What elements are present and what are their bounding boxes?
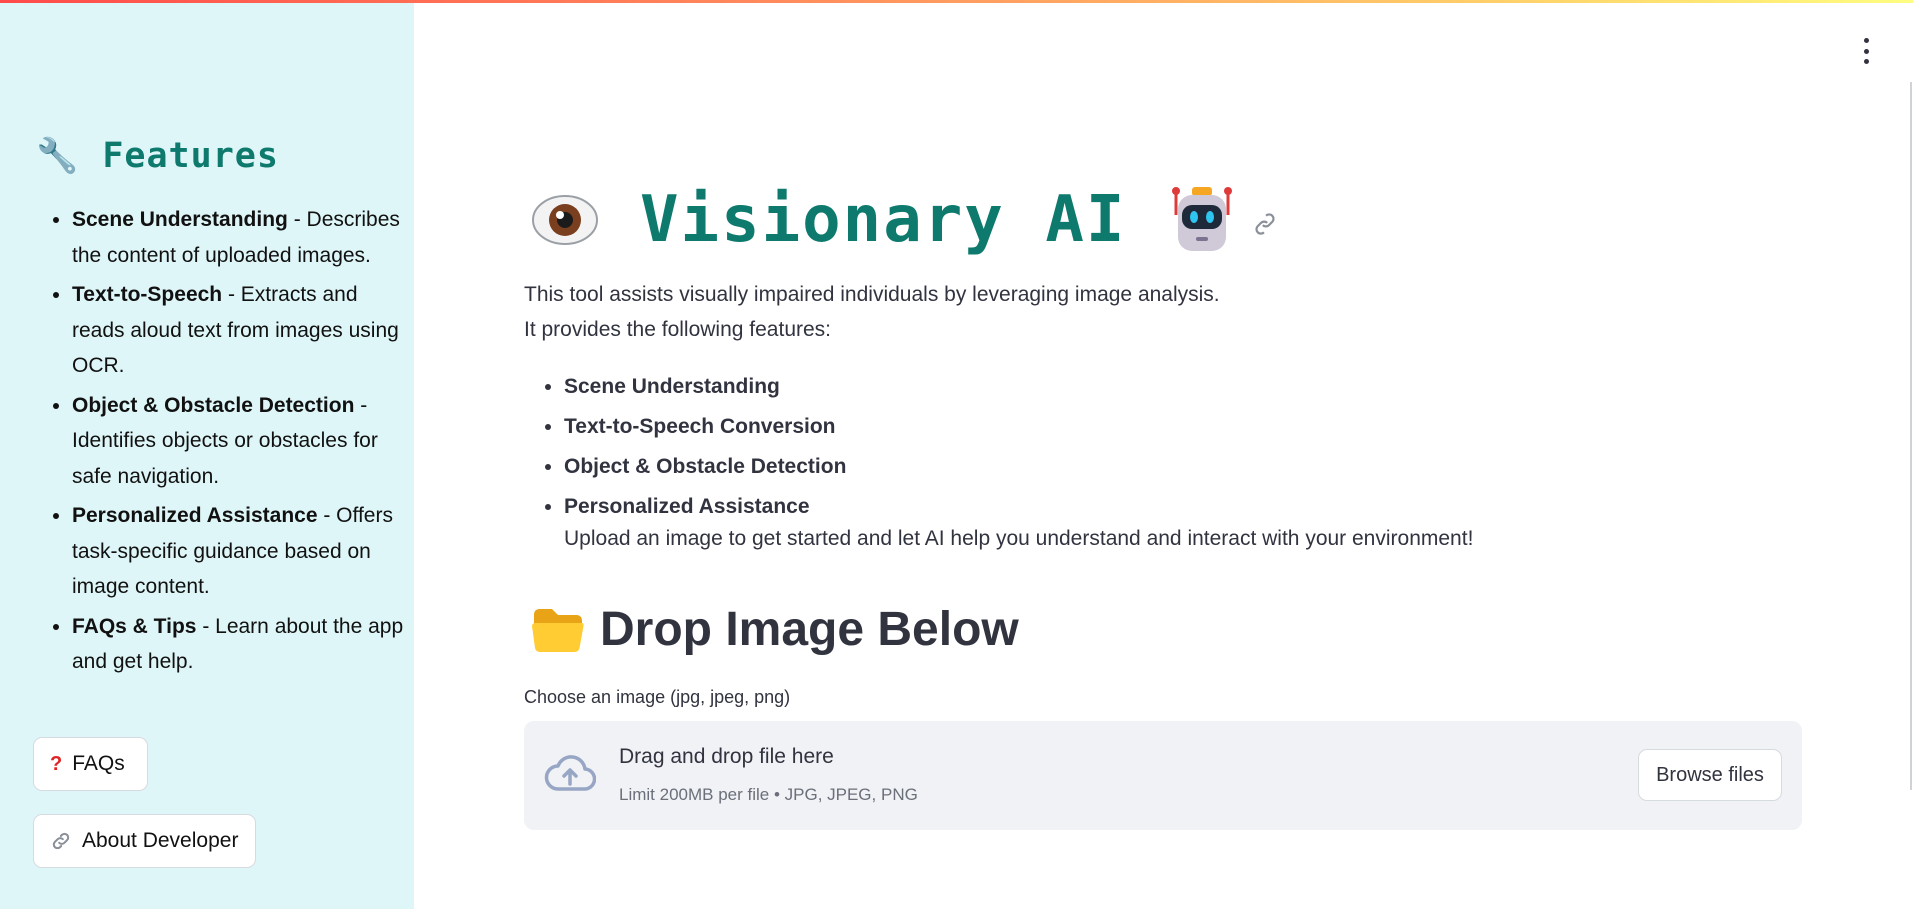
anchor-link-icon[interactable] — [1252, 211, 1278, 237]
sidebar-heading: Features — [102, 136, 279, 176]
feature-title: Personalized Assistance — [72, 504, 318, 527]
eye-icon — [532, 195, 598, 245]
feature-label: Text-to-Speech Conversion — [564, 415, 836, 438]
top-decoration-bar — [0, 0, 1913, 3]
feature-label: Personalized Assistance — [564, 495, 810, 518]
intro-line: This tool assists visually impaired indi… — [524, 283, 1220, 306]
feature-title: Text-to-Speech — [72, 283, 223, 306]
sidebar-feature-item: Object & Obstacle Detection - Identifies… — [72, 388, 412, 495]
wrench-icon: 🔧 — [36, 137, 79, 175]
uploader-label: Choose an image (jpg, jpeg, png) — [524, 687, 791, 707]
dropzone-instruction: Drag and drop file here — [619, 745, 834, 768]
menu-dot — [1863, 48, 1869, 54]
robot-icon — [1172, 187, 1233, 251]
about-developer-label: About Developer — [82, 829, 239, 852]
feature-title: FAQs & Tips — [72, 614, 197, 638]
intro-line: It provides the following features: — [524, 318, 832, 341]
feature-item: Object & Obstacle Detection — [564, 447, 1764, 487]
scrollbar-track[interactable] — [1910, 82, 1912, 790]
sidebar-feature-list: Scene Understanding - Describes the cont… — [36, 202, 412, 684]
main-menu-button[interactable] — [1856, 38, 1876, 64]
call-to-action-text: Upload an image to get started and let A… — [564, 527, 1474, 550]
sidebar: 🔧 Features Scene Understanding - Describ… — [0, 0, 414, 909]
sidebar-feature-item: Scene Understanding - Describes the cont… — [72, 202, 412, 273]
faqs-button[interactable]: ? FAQs — [33, 737, 148, 791]
feature-label: Scene Understanding — [564, 375, 780, 398]
link-icon — [50, 830, 72, 852]
browse-files-button[interactable]: Browse files — [1638, 749, 1782, 801]
feature-item: Text-to-Speech Conversion — [564, 407, 1764, 447]
menu-dot — [1863, 38, 1869, 43]
sidebar-feature-item: Personalized Assistance - Offers task-sp… — [72, 498, 412, 605]
cloud-upload-icon — [544, 755, 596, 791]
drop-image-heading: Drop Image Below — [532, 602, 1019, 657]
intro-text: This tool assists visually impaired indi… — [524, 277, 1724, 347]
menu-dot — [1863, 59, 1869, 64]
about-developer-button[interactable]: About Developer — [33, 814, 256, 868]
folder-icon — [532, 608, 584, 652]
feature-list: Scene Understanding Text-to-Speech Conve… — [524, 367, 1764, 527]
sidebar-feature-item: FAQs & Tips - Learn about the app and ge… — [72, 609, 412, 680]
feature-title: Object & Obstacle Detection — [72, 393, 355, 417]
faqs-button-label: FAQs — [72, 752, 125, 775]
feature-title: Scene Understanding — [72, 208, 288, 231]
feature-item: Scene Understanding — [564, 367, 1764, 407]
dropzone-limit: Limit 200MB per file • JPG, JPEG, PNG — [619, 785, 918, 804]
page-title: Visionary AI — [640, 183, 1127, 257]
file-dropzone[interactable]: Drag and drop file here Limit 200MB per … — [524, 721, 1802, 830]
feature-label: Object & Obstacle Detection — [564, 455, 847, 478]
sidebar-title: 🔧 Features — [36, 136, 279, 176]
drop-heading-text: Drop Image Below — [600, 603, 1019, 656]
question-mark-icon: ? — [50, 752, 63, 775]
page-title-row: Visionary AI — [530, 180, 1278, 260]
sidebar-feature-item: Text-to-Speech - Extracts and reads alou… — [72, 277, 412, 384]
